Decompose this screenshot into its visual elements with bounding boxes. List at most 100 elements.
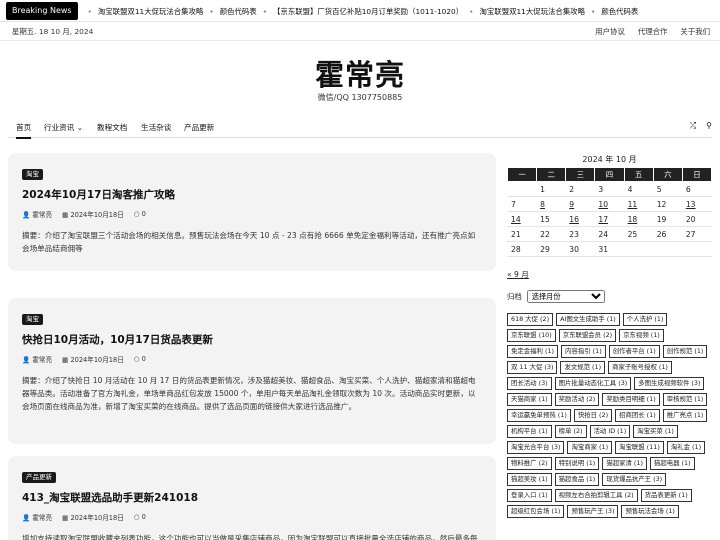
tag-cloud-item[interactable]: 超级红包会场 (1) — [507, 505, 565, 518]
post-date[interactable]: ▦ 2024年10月18日 — [62, 512, 124, 522]
calendar-day[interactable]: 9 — [565, 196, 596, 212]
calendar-day[interactable]: 10 — [594, 196, 625, 212]
post-title[interactable]: 413_淘宝联盟选品助手更新241018 — [22, 490, 482, 505]
ticker-item[interactable]: 颜色代码表 — [220, 6, 257, 17]
tag-cloud-item[interactable]: 视频左右合拍剪辑工具 (2) — [554, 489, 638, 502]
post-author[interactable]: 👤 霍常亮 — [22, 354, 52, 364]
calendar-day[interactable]: 11 — [623, 196, 654, 212]
tag-cloud-item[interactable]: 奖励活动 (2) — [554, 393, 600, 406]
post-category-tag[interactable]: 淘宝 — [22, 169, 43, 180]
post-title[interactable]: 快抢日10月活动，10月17日货品表更新 — [22, 332, 482, 347]
post-comments[interactable]: ○ 0 — [134, 513, 146, 521]
tag-cloud-item[interactable]: 创作规范 (1) — [662, 345, 708, 358]
nav-item-home[interactable]: 首页 — [16, 122, 32, 139]
tag-cloud-item[interactable]: 机构平台 (1) — [507, 425, 552, 438]
tag-cloud-item[interactable]: 奖励类目明细 (1) — [602, 393, 660, 406]
tag-cloud-item[interactable]: 淘礼金 (1) — [666, 441, 706, 454]
tag-cloud-item[interactable]: 特别说明 (1) — [554, 457, 600, 470]
search-icon[interactable]: ⚲ — [706, 121, 712, 131]
calendar-day: 28 — [506, 241, 538, 257]
post-category-tag[interactable]: 产品更新 — [22, 472, 56, 483]
ticker-item[interactable]: 【京东联盟】厂货百亿补贴10月订单奖励（1011-1020） — [273, 6, 463, 17]
calendar-weekday: 三 — [565, 167, 596, 182]
nav-item-product-updates[interactable]: 产品更新 — [184, 122, 214, 133]
tag-cloud-item[interactable]: 猫超美妆 (1) — [507, 473, 552, 486]
tag-cloud-item[interactable]: 京东联盟会员 (2) — [558, 329, 617, 342]
ticker-item[interactable]: 颜色代码表 — [601, 6, 638, 17]
tag-cloud-item[interactable]: 创作者平台 (1) — [608, 345, 660, 358]
post-title[interactable]: 2024年10月17日淘客推广攻略 — [22, 187, 482, 202]
tag-cloud-item[interactable]: 幸运赢免单预热 (1) — [507, 409, 571, 422]
tag-cloud-item[interactable]: 预售玩产王 (3) — [567, 505, 619, 518]
tag-cloud-item[interactable]: 发文规范 (1) — [560, 361, 606, 374]
top-link-about[interactable]: 关于我们 — [680, 26, 710, 37]
calendar-day[interactable]: 13 — [681, 196, 713, 212]
tag-cloud-item[interactable]: 猫超食品 (1) — [554, 473, 600, 486]
tag-cloud-item[interactable]: 商家子账号授权 (1) — [608, 361, 672, 374]
post-comments[interactable]: ○ 0 — [134, 210, 146, 218]
tag-cloud-item[interactable]: 618 大促 (2) — [507, 313, 554, 326]
ticker-separator: • — [209, 6, 214, 16]
tag-cloud-item[interactable]: 淘宝买菜 (1) — [633, 425, 678, 438]
calendar-day[interactable]: 17 — [594, 211, 625, 227]
tag-cloud-item[interactable]: 图片批量动态化工具 (3) — [554, 377, 632, 390]
tag-cloud-item[interactable]: 免定金福利 (1) — [507, 345, 559, 358]
tag-cloud-item[interactable]: 物料推广 (2) — [507, 457, 552, 470]
calendar-day: 12 — [652, 196, 683, 212]
tag-cloud-item[interactable]: 天猫商家 (1) — [507, 393, 552, 406]
tag-cloud-item[interactable]: 淘宝联盟 (11) — [615, 441, 664, 454]
calendar-day[interactable]: 16 — [565, 211, 596, 227]
tag-cloud-item[interactable]: 京东视频 (1) — [619, 329, 664, 342]
tag-cloud-item[interactable]: 推广亮点 (1) — [662, 409, 708, 422]
archive-month-select[interactable]: 选择月份 — [526, 290, 605, 303]
calendar-icon: ▦ — [62, 356, 69, 364]
tag-cloud-item[interactable]: 快抢日 (2) — [573, 409, 613, 422]
tag-cloud-item[interactable]: 登录入口 (1) — [507, 489, 552, 502]
tag-cloud-item[interactable]: 内容指引 (1) — [561, 345, 606, 358]
nav-item-industry-news[interactable]: 行业资讯 ⌄ — [44, 122, 83, 133]
top-link-agency[interactable]: 代理合作 — [638, 26, 668, 37]
breaking-news-label: Breaking News — [6, 2, 78, 20]
calendar-icon: ▦ — [62, 211, 69, 219]
tag-cloud-item[interactable]: 个人洗护 (1) — [622, 313, 668, 326]
tag-cloud-item[interactable]: 猫超电器 (1) — [649, 457, 695, 470]
post-meta: 👤 霍常亮 ▦ 2024年10月18日 ○ 0 — [22, 209, 482, 219]
calendar-empty-cell — [652, 241, 683, 257]
tag-cloud-item[interactable]: 猫超家清 (1) — [602, 457, 647, 470]
post-author[interactable]: 👤 霍常亮 — [22, 512, 52, 522]
nav-item-tutorials[interactable]: 教程文档 — [97, 122, 127, 133]
tag-cloud-item[interactable]: 招商团长 (1) — [615, 409, 660, 422]
calendar-day[interactable]: 8 — [536, 196, 567, 212]
tag-cloud-item[interactable]: 活动 ID (1) — [589, 425, 631, 438]
tag-cloud-item[interactable]: 淘宝商家 (1) — [567, 441, 613, 454]
tag-cloud-item[interactable]: 榜单 (2) — [554, 425, 587, 438]
tag-cloud-item[interactable]: AI图文生成助手 (1) — [556, 313, 620, 326]
post-author[interactable]: 👤 霍常亮 — [22, 209, 52, 219]
post-date[interactable]: ▦ 2024年10月18日 — [62, 354, 124, 364]
calendar-prev-month-link[interactable]: « 9 月 — [507, 269, 529, 280]
ticker-item[interactable]: 淘宝联盟双11大促玩法合集攻略 — [480, 6, 585, 17]
site-title[interactable]: 霍常亮 — [0, 52, 720, 94]
tag-cloud-item[interactable]: 双 11 大促 (3) — [507, 361, 558, 374]
calendar-day: 26 — [652, 226, 683, 242]
tag-cloud-item[interactable]: 淘宝光合平台 (3) — [507, 441, 565, 454]
tag-cloud-item[interactable]: 预售玩法会场 (1) — [621, 505, 679, 518]
tag-cloud-item[interactable]: 审核规范 (1) — [662, 393, 708, 406]
calendar-weekday: 二 — [536, 167, 567, 182]
ticker-item[interactable]: 淘宝联盟双11大促玩法合集攻略 — [98, 6, 203, 17]
shuffle-icon[interactable]: ⤮ — [690, 121, 696, 131]
tag-cloud-item[interactable]: 京东联盟 (10) — [507, 329, 556, 342]
tag-cloud-item[interactable]: 多图生成视频软件 (3) — [634, 377, 705, 390]
tag-cloud-item[interactable]: 团长活动 (3) — [507, 377, 552, 390]
ticker-track: 020）•淘宝联盟双11大促玩法合集攻略•颜色代码表•【京东联盟】厂货百亿补贴1… — [60, 0, 644, 21]
nav-item-life[interactable]: 生活杂谈 — [141, 122, 171, 133]
post-category-tag[interactable]: 淘宝 — [22, 314, 43, 325]
calendar-day: 7 — [506, 196, 538, 212]
top-link-user-agreement[interactable]: 用户协议 — [595, 26, 625, 37]
calendar-day[interactable]: 18 — [623, 211, 654, 227]
calendar-day[interactable]: 14 — [506, 211, 538, 227]
post-comments[interactable]: ○ 0 — [134, 355, 146, 363]
tag-cloud-item[interactable]: 现货爆品抗产王 (3) — [602, 473, 667, 486]
tag-cloud-item[interactable]: 货品表更新 (1) — [640, 489, 692, 502]
post-date[interactable]: ▦ 2024年10月18日 — [62, 209, 124, 219]
